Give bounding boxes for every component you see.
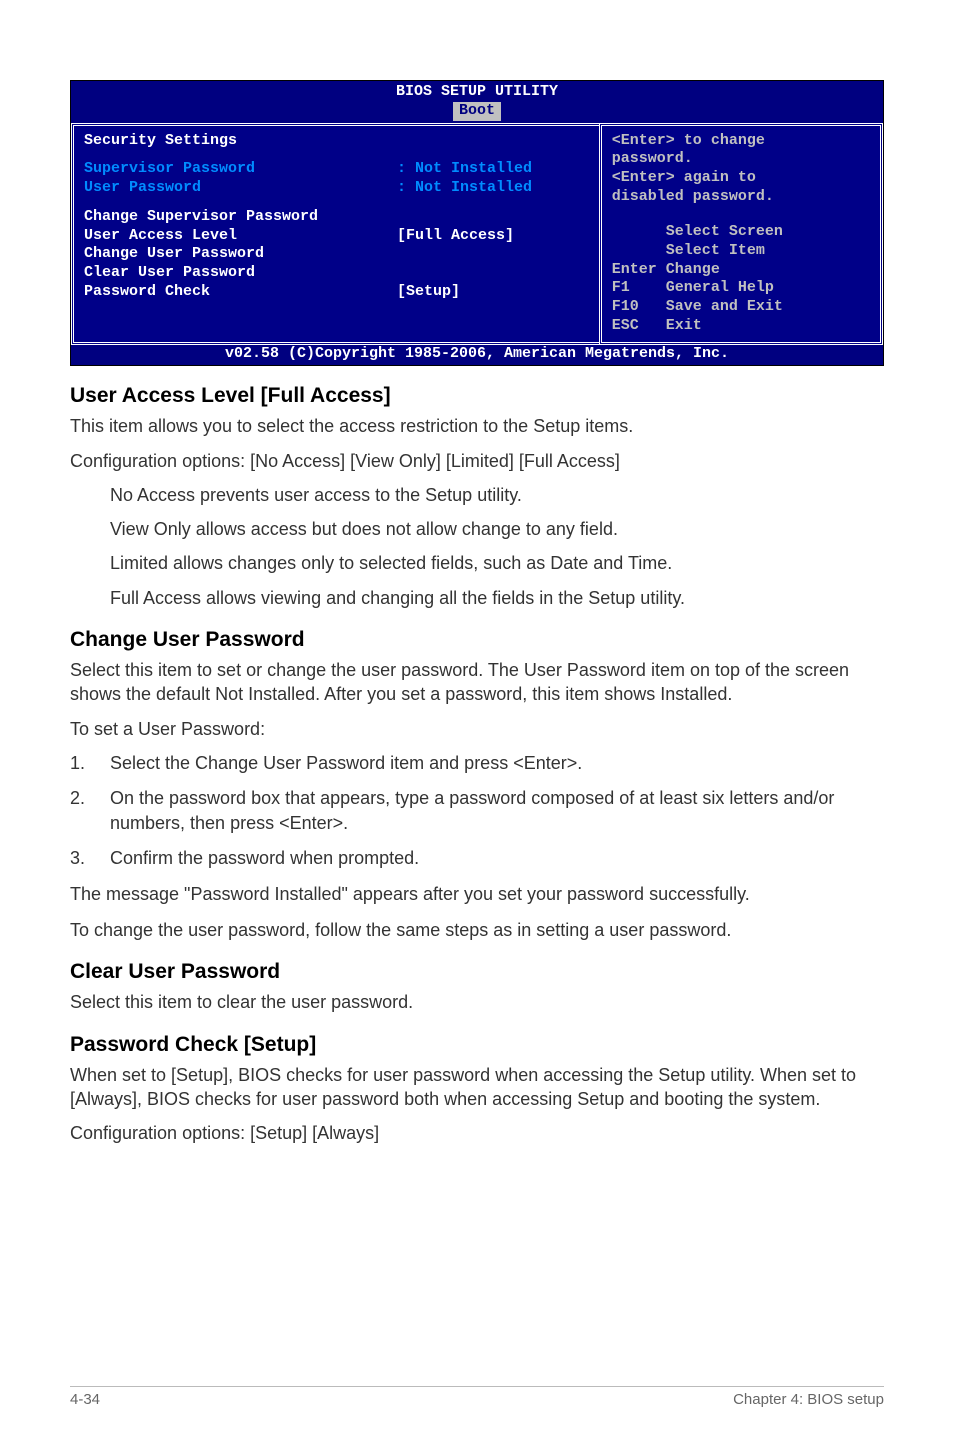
user-password-value: : Not Installed: [397, 179, 589, 198]
step-3-text: Confirm the password when prompted.: [110, 846, 884, 871]
list-item: 2.On the password box that appears, type…: [70, 786, 884, 836]
ual-full-access: Full Access allows viewing and changing …: [110, 586, 884, 610]
bios-title: BIOS SETUP UTILITY: [71, 81, 883, 102]
help-line: <Enter> again to: [612, 169, 870, 188]
steps-list: 1.Select the Change User Password item a…: [70, 751, 884, 872]
bios-copyright: v02.58 (C)Copyright 1985-2006, American …: [71, 345, 883, 366]
step-1-text: Select the Change User Password item and…: [110, 751, 884, 776]
chapter-label: Chapter 4: BIOS setup: [733, 1391, 884, 1408]
cup-paragraph-2: To set a User Password:: [70, 717, 884, 741]
clear-user-password-item[interactable]: Clear User Password: [84, 264, 589, 283]
bios-screenshot: BIOS SETUP UTILITY Boot Security Setting…: [70, 80, 884, 366]
document-page: BIOS SETUP UTILITY Boot Security Setting…: [0, 0, 954, 1195]
pwc-paragraph-1: When set to [Setup], BIOS checks for use…: [70, 1063, 884, 1112]
list-item: 1.Select the Change User Password item a…: [70, 751, 884, 776]
clear-user-password-heading: Clear User Password: [70, 960, 884, 984]
help-line: password.: [612, 150, 870, 169]
bios-help-text: <Enter> to change password. <Enter> agai…: [612, 132, 870, 207]
page-footer: 4-34 Chapter 4: BIOS setup: [70, 1386, 884, 1408]
user-password-label: User Password: [84, 179, 397, 198]
list-item: 3.Confirm the password when prompted.: [70, 846, 884, 871]
cup-paragraph-4: To change the user password, follow the …: [70, 918, 884, 942]
ual-view-only: View Only allows access but does not all…: [110, 517, 884, 541]
bios-tab-boot[interactable]: Boot: [453, 102, 501, 121]
ual-no-access: No Access prevents user access to the Se…: [110, 483, 884, 507]
cup-paragraph-3: The message "Password Installed" appears…: [70, 882, 884, 906]
password-check-value: [Setup]: [397, 283, 589, 302]
page-number: 4-34: [70, 1391, 100, 1408]
change-user-password-heading: Change User Password: [70, 628, 884, 652]
cup-paragraph-1: Select this item to set or change the us…: [70, 658, 884, 707]
bios-left-pane: Security Settings Supervisor Password : …: [71, 123, 599, 345]
ual-paragraph-2: Configuration options: [No Access] [View…: [70, 449, 884, 473]
key-select-screen: Select Screen: [612, 223, 870, 242]
key-exit: ESC Exit: [612, 317, 870, 336]
supervisor-password-label: Supervisor Password: [84, 160, 397, 179]
key-save-exit: F10 Save and Exit: [612, 298, 870, 317]
ual-paragraph-1: This item allows you to select the acces…: [70, 414, 884, 438]
supervisor-password-value: : Not Installed: [397, 160, 589, 179]
password-check-item[interactable]: Password Check: [84, 283, 397, 302]
clr-paragraph-1: Select this item to clear the user passw…: [70, 990, 884, 1014]
password-check-heading: Password Check [Setup]: [70, 1033, 884, 1057]
step-2-text: On the password box that appears, type a…: [110, 786, 884, 836]
key-select-item: Select Item: [612, 242, 870, 261]
bios-key-legend: Select Screen Select Item Enter Change F…: [612, 223, 870, 336]
help-line: <Enter> to change: [612, 132, 870, 151]
key-general-help: F1 General Help: [612, 279, 870, 298]
bios-right-pane: <Enter> to change password. <Enter> agai…: [599, 123, 883, 345]
bios-tab-row: Boot: [71, 102, 883, 123]
ual-limited: Limited allows changes only to selected …: [110, 551, 884, 575]
change-supervisor-password-item[interactable]: Change Supervisor Password: [84, 208, 589, 227]
security-settings-heading: Security Settings: [84, 132, 589, 151]
user-access-level-value: [Full Access]: [397, 227, 589, 246]
user-access-level-heading: User Access Level [Full Access]: [70, 384, 884, 408]
key-enter-change: Enter Change: [612, 261, 870, 280]
change-user-password-item[interactable]: Change User Password: [84, 245, 589, 264]
help-line: disabled password.: [612, 188, 870, 207]
pwc-paragraph-2: Configuration options: [Setup] [Always]: [70, 1121, 884, 1145]
user-access-level-item[interactable]: User Access Level: [84, 227, 397, 246]
